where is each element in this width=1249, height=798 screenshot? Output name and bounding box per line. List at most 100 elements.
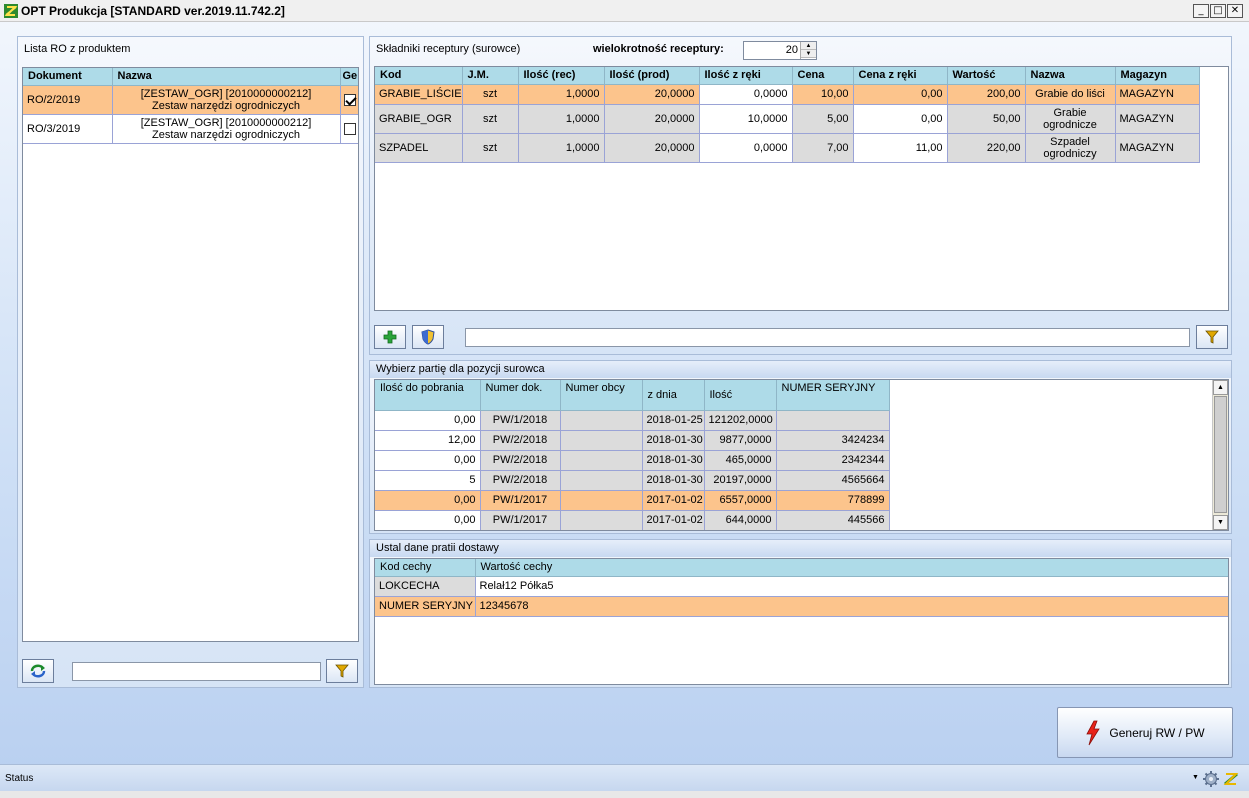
cell-kod: GRABIE_LIŚCIE [375, 84, 463, 105]
cell-ilosc-prod: 20,0000 [604, 133, 700, 163]
cell-cena-z-reki[interactable]: 0,00 [853, 84, 948, 105]
ro-filter-button[interactable] [326, 659, 358, 683]
gear-icon[interactable] [1203, 771, 1219, 787]
close-button[interactable]: ✕ [1227, 4, 1243, 18]
col-ilosc-rec[interactable]: Ilość (rec) [518, 67, 605, 85]
col-nazwa[interactable]: Nazwa [1025, 67, 1116, 85]
delivery-grid: Kod cechy Wartość cechy LOKCECHA Relał12… [374, 558, 1229, 685]
col-magazyn[interactable]: Magazyn [1115, 67, 1200, 85]
cell-wartosc-cechy[interactable]: 12345678 [475, 596, 1228, 617]
ro-filter-input[interactable] [72, 662, 321, 681]
row-generate-checkbox-cell [340, 85, 358, 115]
maximize-button[interactable]: □ [1210, 4, 1226, 18]
table-row[interactable]: GRABIE_LIŚCIE szt 1,0000 20,0000 0,0000 … [375, 84, 1200, 105]
recipe-header-row: Kod J.M. Ilość (rec) Ilość (prod) Ilość … [375, 67, 1200, 85]
spinner-down-icon[interactable]: ▼ [801, 50, 816, 58]
col-kod[interactable]: Kod [375, 67, 463, 85]
cell-kod: SZPADEL [375, 133, 463, 163]
scroll-thumb[interactable] [1214, 396, 1227, 513]
nazwa-line2: Zestaw narzędzi ogrodniczych [152, 128, 300, 141]
generate-checkbox[interactable] [344, 93, 356, 106]
table-row[interactable]: 0,00 PW/1/2018 2018-01-25 121202,0000 [375, 410, 890, 431]
cell-numer-seryjny [776, 410, 890, 431]
cell-ilosc: 644,0000 [704, 510, 777, 530]
col-z-dnia[interactable]: z dnia [642, 380, 705, 411]
recipe-panel: Składniki receptury (surowce) wielokrotn… [369, 36, 1232, 355]
window-title: OPT Produkcja [STANDARD ver.2019.11.742.… [21, 3, 285, 18]
col-wartosc[interactable]: Wartość [947, 67, 1026, 85]
col-ilosc-z-reki[interactable]: Ilość z ręki [699, 67, 793, 85]
add-component-button[interactable] [374, 325, 406, 349]
cell-z-dnia: 2018-01-30 [642, 470, 705, 491]
col-ilosc-do-pobrania[interactable]: Ilość do pobrania [375, 380, 481, 411]
table-row[interactable]: RO/3/2019 [ZESTAW_OGR] [2010000000212] Z… [23, 114, 358, 144]
col-ge[interactable]: Ge [340, 68, 358, 86]
cell-cena-z-reki[interactable]: 0,00 [853, 104, 948, 134]
spinner-up-icon[interactable]: ▲ [801, 42, 816, 50]
cell-numer-seryjny: 778899 [776, 490, 890, 511]
col-dokument[interactable]: Dokument [23, 68, 113, 86]
cell-numer-dok: PW/2/2018 [480, 430, 561, 451]
table-row[interactable]: 0,00 PW/1/2017 2017-01-02 6557,0000 7788… [375, 490, 890, 511]
generate-checkbox[interactable] [344, 122, 356, 135]
cell-ilosc-z-reki[interactable]: 10,0000 [699, 104, 793, 134]
cell-wartosc-cechy[interactable]: Relał12 Półka5 [475, 576, 1228, 597]
multiplicity-spinner[interactable]: 20 ▲ ▼ [743, 41, 817, 60]
col-ilosc-prod[interactable]: Ilość (prod) [604, 67, 700, 85]
cell-ilosc-do-pobrania[interactable]: 5 [375, 470, 481, 491]
cell-ilosc-prod: 20,0000 [604, 84, 700, 105]
cell-ilosc-do-pobrania[interactable]: 12,00 [375, 430, 481, 451]
shield-button[interactable] [412, 325, 444, 349]
col-kod-cechy[interactable]: Kod cechy [375, 559, 476, 577]
table-row[interactable]: GRABIE_OGR szt 1,0000 20,0000 10,0000 5,… [375, 104, 1200, 134]
cell-cena-z-reki[interactable]: 11,00 [853, 133, 948, 163]
cell-numer-seryjny: 2342344 [776, 450, 890, 471]
cell-numer-dok: PW/2/2018 [480, 470, 561, 491]
col-nazwa[interactable]: Nazwa [112, 68, 341, 86]
col-wartosc-cechy[interactable]: Wartość cechy [475, 559, 1228, 577]
generate-rw-pw-button[interactable]: Generuj RW / PW [1057, 707, 1233, 758]
cell-ilosc-rec: 1,0000 [518, 133, 605, 163]
cell-wartosc: 220,00 [947, 133, 1026, 163]
table-row[interactable]: NUMER SERYJNY 12345678 [375, 596, 1228, 617]
col-ilosc[interactable]: Ilość [704, 380, 777, 411]
batch-scrollbar[interactable]: ▲ ▼ [1212, 380, 1228, 530]
col-cena-z-reki[interactable]: Cena z ręki [853, 67, 948, 85]
cell-ilosc: 465,0000 [704, 450, 777, 471]
window-controls: _ □ ✕ [1192, 4, 1243, 18]
dropdown-arrow-icon[interactable]: ▼ [1192, 774, 1199, 781]
col-jm[interactable]: J.M. [462, 67, 519, 85]
scroll-up-icon[interactable]: ▲ [1213, 380, 1228, 395]
recipe-filter-input[interactable] [465, 328, 1190, 347]
spinner-arrows[interactable]: ▲ ▼ [800, 42, 816, 59]
table-row[interactable]: 12,00 PW/2/2018 2018-01-30 9877,0000 342… [375, 430, 890, 451]
col-numer-obcy[interactable]: Numer obcy [560, 380, 643, 411]
col-numer-dok[interactable]: Numer dok. [480, 380, 561, 411]
cell-ilosc-do-pobrania[interactable]: 0,00 [375, 410, 481, 431]
col-cena[interactable]: Cena [792, 67, 854, 85]
table-row[interactable]: SZPADEL szt 1,0000 20,0000 0,0000 7,00 1… [375, 133, 1200, 163]
cell-magazyn: MAGAZYN [1115, 133, 1200, 163]
cell-ilosc-z-reki[interactable]: 0,0000 [699, 133, 793, 163]
cell-magazyn: MAGAZYN [1115, 84, 1200, 105]
table-row[interactable]: 0,00 PW/1/2017 2017-01-02 644,0000 44556… [375, 510, 890, 530]
table-row[interactable]: 0,00 PW/2/2018 2018-01-30 465,0000 23423… [375, 450, 890, 471]
minimize-button[interactable]: _ [1193, 4, 1209, 18]
delivery-panel-title: Ustal dane pratii dostawy [370, 540, 1231, 557]
cell-ilosc-do-pobrania[interactable]: 0,00 [375, 450, 481, 471]
col-numer-seryjny[interactable]: NUMER SERYJNY [776, 380, 890, 411]
table-row[interactable]: 5 PW/2/2018 2018-01-30 20197,0000 456566… [375, 470, 890, 491]
cell-ilosc-z-reki[interactable]: 0,0000 [699, 84, 793, 105]
scroll-down-icon[interactable]: ▼ [1213, 515, 1228, 530]
recipe-filter-button[interactable] [1196, 325, 1228, 349]
refresh-button[interactable] [22, 659, 54, 683]
cell-ilosc-do-pobrania[interactable]: 0,00 [375, 510, 481, 530]
cell-numer-obcy [560, 410, 643, 431]
batch-header-row: Ilość do pobrania Numer dok. Numer obcy … [375, 380, 890, 411]
table-row[interactable]: LOKCECHA Relał12 Półka5 [375, 576, 1228, 597]
nazwa-line2: Zestaw narzędzi ogrodniczych [152, 99, 300, 112]
cell-ilosc-do-pobrania[interactable]: 0,00 [375, 490, 481, 511]
cell-z-dnia: 2017-01-02 [642, 510, 705, 530]
cell-z-dnia: 2017-01-02 [642, 490, 705, 511]
table-row[interactable]: RO/2/2019 [ZESTAW_OGR] [2010000000212] Z… [23, 85, 358, 115]
